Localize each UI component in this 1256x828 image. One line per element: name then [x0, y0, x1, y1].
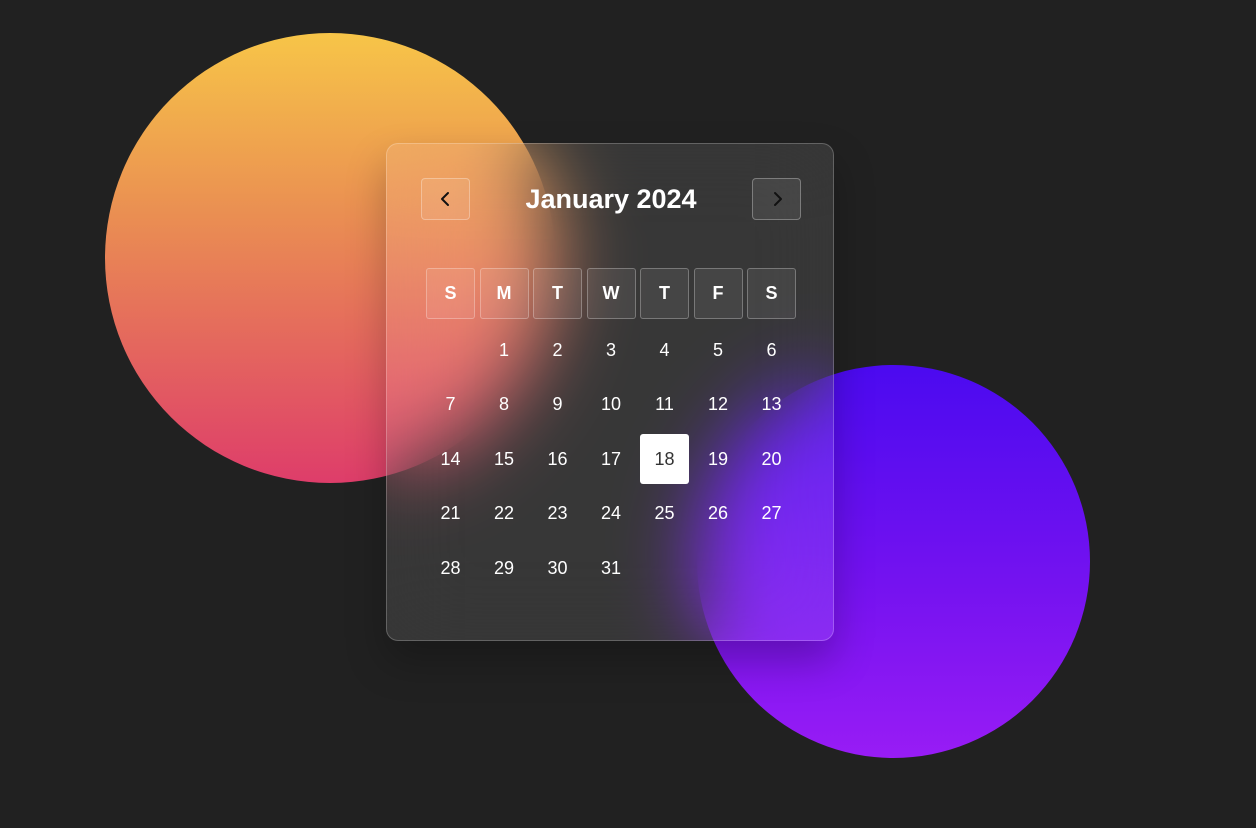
- day-cell[interactable]: 12: [694, 380, 743, 430]
- day-cell[interactable]: 10: [587, 380, 636, 430]
- day-cell[interactable]: 21: [426, 489, 475, 539]
- next-month-button[interactable]: [752, 178, 801, 220]
- day-cell[interactable]: 20: [747, 434, 796, 484]
- day-cell[interactable]: 23: [533, 489, 582, 539]
- day-cell[interactable]: 19: [694, 434, 743, 484]
- day-cell[interactable]: 2: [533, 325, 582, 375]
- weekday-tuesday: T: [533, 268, 582, 319]
- day-cell[interactable]: 13: [747, 380, 796, 430]
- day-cell[interactable]: 9: [533, 380, 582, 430]
- weekday-friday: F: [693, 268, 743, 319]
- day-cell[interactable]: 15: [480, 434, 529, 484]
- day-cell[interactable]: 16: [533, 434, 582, 484]
- stage: January 2024 S M T W T F S 1 2 3 4 5 6 7 8 9 10 11…: [0, 0, 1256, 828]
- day-cell[interactable]: 31: [587, 543, 636, 593]
- day-cell[interactable]: 24: [587, 489, 636, 539]
- day-cell[interactable]: 4: [640, 325, 689, 375]
- weekday-saturday: S: [747, 268, 796, 319]
- weekday-wednesday: W: [586, 268, 636, 319]
- month-title: January 2024: [525, 184, 697, 214]
- weekday-sunday: S: [426, 268, 475, 319]
- day-cell[interactable]: 27: [747, 489, 796, 539]
- day-cell[interactable]: 8: [480, 380, 529, 430]
- day-cell[interactable]: 11: [640, 380, 689, 430]
- day-cell[interactable]: 14: [426, 434, 475, 484]
- day-cell[interactable]: 3: [587, 325, 636, 375]
- day-cell[interactable]: 7: [426, 380, 475, 430]
- selected-day-cell[interactable]: 18: [640, 434, 689, 484]
- day-cell[interactable]: 25: [640, 489, 689, 539]
- day-cell[interactable]: 30: [533, 543, 582, 593]
- day-cell[interactable]: 5: [694, 325, 743, 375]
- weekday-thursday: T: [640, 268, 689, 319]
- day-cell[interactable]: 28: [426, 543, 475, 593]
- day-cell[interactable]: 22: [480, 489, 529, 539]
- day-cell[interactable]: 17: [587, 434, 636, 484]
- day-cell[interactable]: 26: [694, 489, 743, 539]
- day-cell[interactable]: 6: [747, 325, 796, 375]
- calendar-card: January 2024 S M T W T F S 1 2 3 4 5 6 7 8 9 10 11…: [386, 143, 834, 641]
- weekday-monday: M: [479, 268, 529, 319]
- day-cell[interactable]: 29: [480, 543, 529, 593]
- prev-month-button[interactable]: [421, 178, 470, 220]
- chevron-right-icon: [770, 191, 784, 207]
- chevron-left-icon: [439, 191, 453, 207]
- day-cell[interactable]: 1: [480, 325, 529, 375]
